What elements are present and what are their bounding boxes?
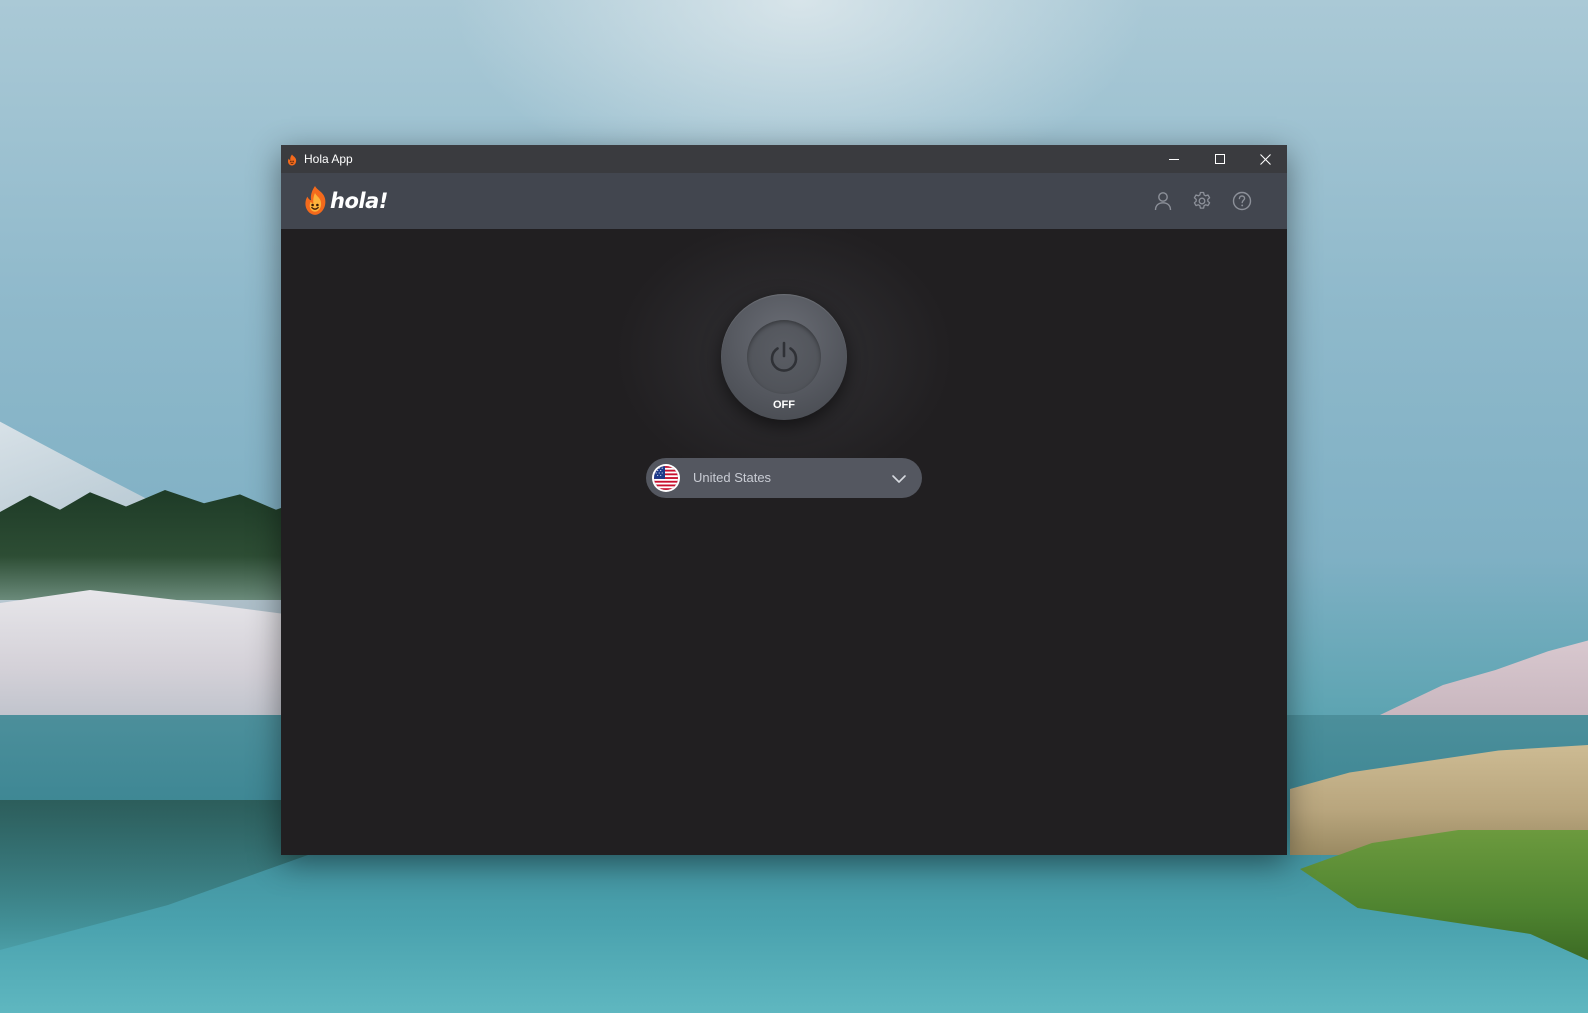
hola-flame-icon [305, 186, 326, 215]
maximize-icon [1215, 154, 1225, 164]
hola-logo: hola! [302, 185, 388, 217]
account-button[interactable] [1151, 189, 1175, 213]
title-bar[interactable]: Hola App [281, 145, 1287, 173]
hola-app-window: Hola App hola! OFF United States [281, 145, 1287, 855]
settings-button[interactable] [1190, 189, 1214, 213]
gear-icon [1193, 191, 1211, 209]
chevron-down-icon [891, 471, 907, 487]
maximize-button[interactable] [1197, 145, 1243, 173]
power-toggle-button[interactable]: OFF [721, 294, 847, 420]
help-icon [1232, 191, 1252, 211]
wallpaper-distant-hill [1380, 640, 1588, 715]
wallpaper-forest [0, 490, 300, 600]
selected-country-label: United States [693, 470, 772, 485]
help-button[interactable] [1230, 189, 1254, 213]
power-icon [770, 341, 798, 372]
country-selector[interactable]: United States [646, 458, 922, 498]
main-panel: OFF United States [281, 219, 1287, 855]
power-button-inner [747, 320, 821, 394]
close-icon [1259, 153, 1271, 165]
app-flame-icon [286, 153, 298, 166]
us-flag-icon [654, 466, 678, 490]
minimize-icon [1169, 159, 1179, 160]
minimize-button[interactable] [1151, 145, 1197, 173]
user-icon [1154, 192, 1172, 211]
window-title: Hola App [304, 152, 353, 166]
close-button[interactable] [1242, 145, 1287, 173]
logo-text: hola! [330, 189, 388, 213]
power-state-label: OFF [773, 399, 795, 411]
